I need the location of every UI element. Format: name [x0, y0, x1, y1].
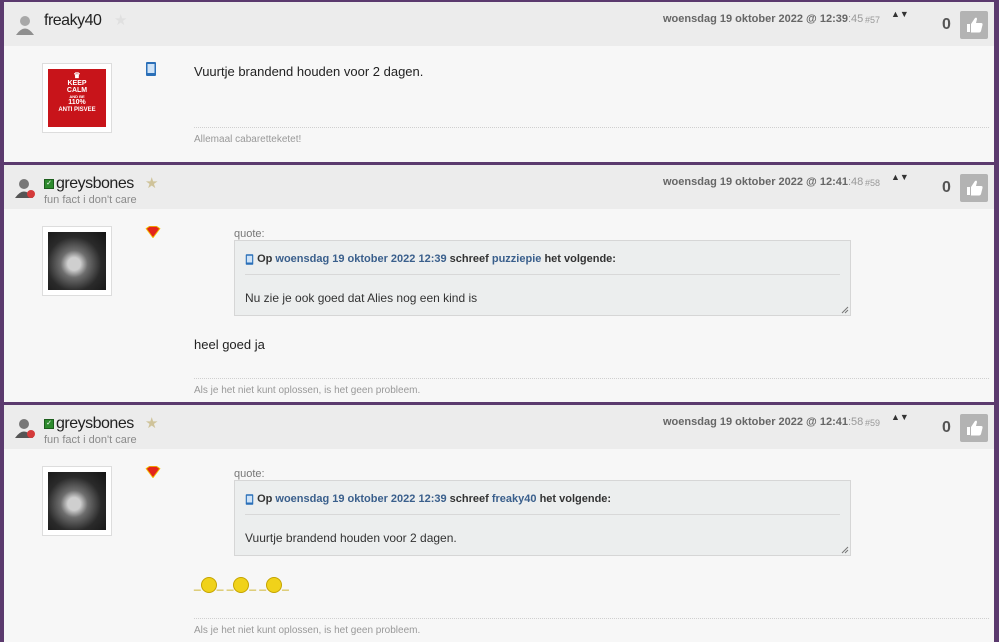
online-check-icon: ✓ — [44, 179, 54, 189]
post-timestamp: woensdag 19 oktober 2022 @ 12:41:48 — [663, 176, 864, 188]
username[interactable]: greysbones — [56, 175, 134, 193]
signature: Allemaal cabaretteketet! — [194, 127, 989, 145]
post-body: Vuurtje brandend houden voor 2 dagen. — [194, 64, 424, 79]
quote-wrote: schreef — [449, 253, 489, 265]
quote-box: Op woensdag 19 oktober 2022 12:39 schree… — [234, 240, 851, 316]
signature-text: Als je het niet kunt oplossen, is het ge… — [194, 385, 421, 396]
quote-box: Op woensdag 19 oktober 2022 12:39 schree… — [234, 480, 851, 556]
quote-suffix: het volgende: — [544, 253, 616, 265]
post-body: heel goed ja — [194, 337, 265, 352]
post-58: ✓ greysbones fun fact i don't care ★ woe… — [4, 165, 994, 402]
smiley-icon — [200, 577, 217, 593]
superman-icon — [145, 226, 161, 238]
user-icon — [16, 16, 34, 35]
superman-icon — [145, 466, 161, 478]
quote-prefix: Op — [257, 493, 273, 505]
thumbs-up-icon — [967, 420, 983, 436]
user-icon — [15, 179, 35, 198]
post-timestamp: woensdag 19 oktober 2022 @ 12:41:58 — [663, 416, 864, 428]
username[interactable]: freaky40 — [44, 12, 102, 30]
vote-count: 0 — [942, 16, 951, 33]
resize-grip-icon[interactable] — [841, 306, 849, 314]
keep-calm-avatar: ♛ KEEP CALM AND BE 110% ANTI PISVEE — [48, 69, 106, 127]
smiley-icon — [266, 577, 283, 593]
quote-header: Op woensdag 19 oktober 2022 12:39 schree… — [245, 253, 840, 275]
avatar-text: 110% — [68, 99, 86, 106]
avatar-text: ANTI PISVEE — [58, 107, 96, 113]
signature-text: Als je het niet kunt oplossen, is het ge… — [194, 625, 421, 636]
signature: Als je het niet kunt oplossen, is het ge… — [194, 378, 989, 396]
mobile-device-icon — [245, 493, 254, 505]
quote-wrote: schreef — [449, 493, 489, 505]
post-timestamp: woensdag 19 oktober 2022 @ 12:39:45 — [663, 13, 864, 25]
mobile-device-icon — [146, 62, 156, 76]
vote-count: 0 — [942, 179, 951, 196]
online-check-icon: ✓ — [44, 419, 54, 429]
username[interactable]: greysbones — [56, 415, 134, 433]
thumbs-up-icon — [967, 180, 983, 196]
quote-author-link[interactable]: puzziepie — [492, 253, 542, 265]
signature: Als je het niet kunt oplossen, is het ge… — [194, 618, 989, 636]
smiley-icon — [233, 577, 250, 593]
sort-arrows-icon[interactable]: ▲▼ — [891, 173, 909, 182]
star-icon[interactable]: ★ — [145, 414, 158, 432]
post-header: ✓ greysbones fun fact i don't care ★ woe… — [4, 165, 994, 209]
post-header: freaky40 ★ woensdag 19 oktober 2022 @ 12… — [4, 2, 994, 46]
smiley-row: _ _ _ _ _ _ — [194, 577, 289, 593]
quote-text: Vuurtje brandend houden voor 2 dagen. — [245, 531, 457, 545]
signature-text: Allemaal cabaretteketet! — [194, 134, 302, 145]
thumbs-up-icon — [967, 17, 983, 33]
mobile-device-icon — [245, 253, 254, 265]
avatar[interactable] — [42, 466, 112, 536]
post-header: ✓ greysbones fun fact i don't care ★ woe… — [4, 405, 994, 449]
user-subtitle: fun fact i don't care — [44, 194, 137, 206]
post-number[interactable]: #58 — [865, 178, 880, 188]
post-57: freaky40 ★ woensdag 19 oktober 2022 @ 12… — [4, 2, 994, 162]
crown-icon: ♛ — [73, 71, 81, 80]
avatar-text: KEEP — [67, 80, 87, 87]
post-number[interactable]: #59 — [865, 418, 880, 428]
thumbs-up-button[interactable] — [960, 414, 988, 442]
star-icon[interactable]: ★ — [145, 174, 158, 192]
avatar[interactable]: ♛ KEEP CALM AND BE 110% ANTI PISVEE — [42, 63, 112, 133]
quote-label: quote: — [234, 468, 265, 480]
resize-grip-icon[interactable] — [841, 546, 849, 554]
user-icon — [15, 419, 35, 438]
quote-author-link[interactable]: freaky40 — [492, 493, 537, 505]
quote-date-link[interactable]: woensdag 19 oktober 2022 12:39 — [275, 493, 446, 505]
sort-arrows-icon[interactable]: ▲▼ — [891, 10, 909, 19]
star-icon[interactable]: ★ — [114, 11, 127, 29]
dog-avatar — [48, 472, 106, 530]
avatar[interactable] — [42, 226, 112, 296]
post-number[interactable]: #57 — [865, 15, 880, 25]
dog-avatar — [48, 232, 106, 290]
quote-prefix: Op — [257, 253, 273, 265]
post-59: ✓ greysbones fun fact i don't care ★ woe… — [4, 405, 994, 642]
avatar-text: CALM — [66, 87, 88, 94]
quote-date-link[interactable]: woensdag 19 oktober 2022 12:39 — [275, 253, 446, 265]
vote-count: 0 — [942, 419, 951, 436]
thumbs-up-button[interactable] — [960, 11, 988, 39]
quote-header: Op woensdag 19 oktober 2022 12:39 schree… — [245, 493, 840, 515]
thumbs-up-button[interactable] — [960, 174, 988, 202]
quote-label: quote: — [234, 228, 265, 240]
sort-arrows-icon[interactable]: ▲▼ — [891, 413, 909, 422]
quote-suffix: het volgende: — [539, 493, 612, 505]
user-subtitle: fun fact i don't care — [44, 434, 137, 446]
quote-text: Nu zie je ook goed dat Alies nog een kin… — [245, 291, 478, 305]
